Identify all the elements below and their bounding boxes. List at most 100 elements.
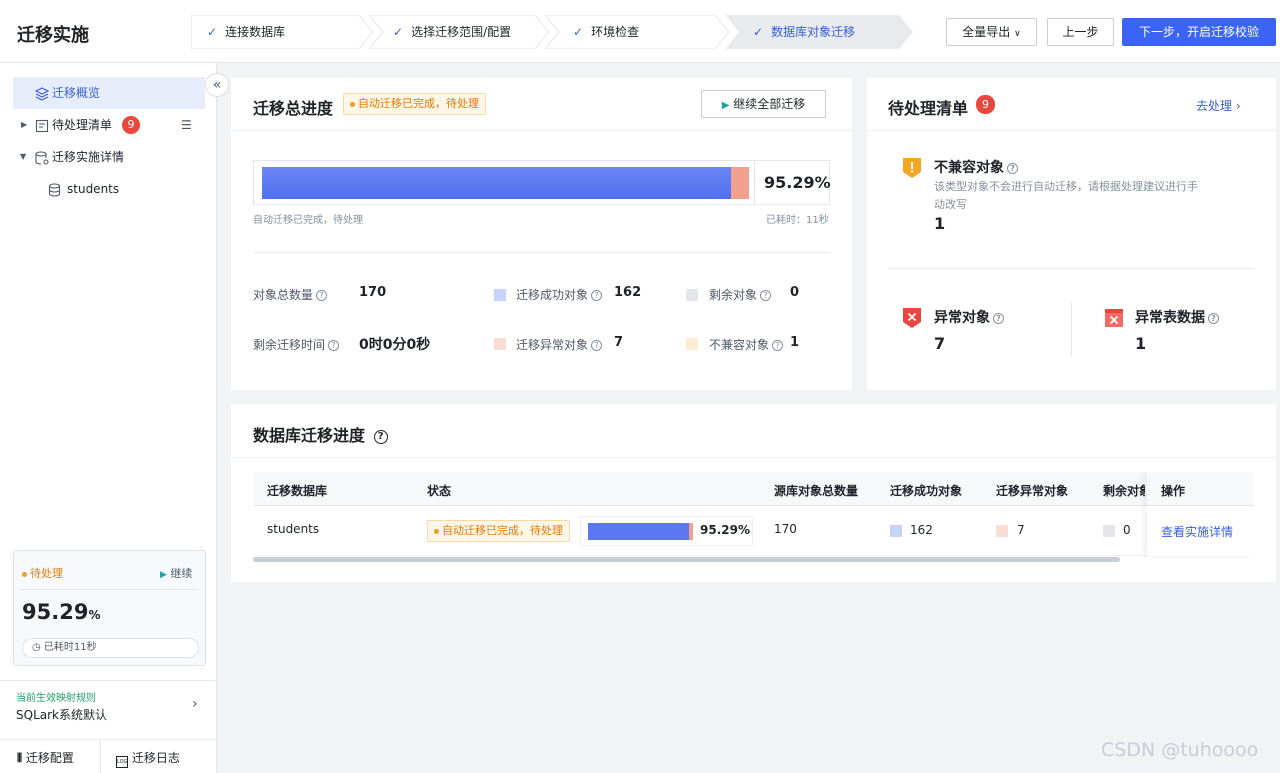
elapsed-pill: ◷ 已耗时11秒 bbox=[22, 638, 199, 658]
mapping-rule-value: SQLark系统默认 bbox=[16, 708, 107, 722]
page-title: 迁移实施 bbox=[17, 25, 89, 46]
table-error-count[interactable]: 1 bbox=[1135, 334, 1146, 353]
horizontal-scrollbar[interactable] bbox=[253, 557, 1120, 562]
error-objects-title: 异常对象? bbox=[934, 307, 1004, 327]
todo-title: 待处理清单 bbox=[888, 99, 969, 118]
row-total: 170 bbox=[774, 522, 797, 536]
help-icon[interactable]: ? bbox=[591, 290, 603, 301]
step-env-check[interactable]: ✓ 环境检查 bbox=[545, 15, 729, 49]
step-scope[interactable]: ✓ 选择迁移范围/配置 bbox=[369, 15, 549, 49]
divider bbox=[231, 130, 852, 131]
divider bbox=[867, 130, 1276, 131]
step-object-migration[interactable]: ✓ 数据库对象迁移 bbox=[725, 15, 913, 49]
mapping-rule[interactable]: 当前生效映射规则 SQLark系统默认 › bbox=[0, 681, 217, 739]
check-icon: ✓ bbox=[207, 25, 218, 39]
sidebar-item-pending[interactable]: ▶ 待处理清单 9 ☰ bbox=[13, 109, 205, 141]
remain-time-value: 0时0分0秒 bbox=[359, 337, 431, 353]
divider bbox=[100, 739, 101, 773]
row-success: 162 bbox=[910, 523, 933, 537]
incompat-objects-label: 不兼容对象? bbox=[709, 336, 784, 353]
help-icon[interactable]: ? bbox=[1007, 162, 1018, 174]
progress-status-text: 自动迁移已完成，待处理 bbox=[253, 215, 363, 226]
prev-step-button[interactable]: 上一步 bbox=[1047, 18, 1114, 46]
remain-objects-label: 剩余对象? bbox=[709, 286, 772, 303]
step-connect[interactable]: ✓ 连接数据库 bbox=[191, 15, 373, 49]
warning-icon bbox=[902, 157, 922, 182]
export-button[interactable]: 全量导出 ∨ bbox=[946, 18, 1037, 46]
incompat-desc-line1: 该类型对象不会进行自动迁移，请根据处理建议进行手 bbox=[934, 180, 1198, 193]
caret-right-icon: ▶ bbox=[21, 120, 28, 129]
progress-card: 迁移总进度 自动迁移已完成，待处理 ▶ 继续全部迁移 95.29% 自动迁移已完… bbox=[231, 78, 852, 390]
database-settings-icon bbox=[35, 141, 49, 173]
sidebar-item-details[interactable]: ▼ 迁移实施详情 bbox=[13, 141, 205, 173]
collapse-list-icon[interactable]: ☰ bbox=[181, 109, 192, 141]
overall-progress-bar: 95.29% bbox=[253, 160, 831, 205]
sidebar-item-db-students[interactable]: students bbox=[13, 173, 205, 205]
divider bbox=[0, 739, 217, 740]
error-legend-swatch bbox=[494, 338, 506, 350]
row-status-tag: 自动迁移已完成，待处理 bbox=[427, 520, 570, 542]
total-objects-value: 170 bbox=[359, 285, 387, 300]
incompat-legend-swatch bbox=[686, 338, 698, 350]
pending-count-badge: 9 bbox=[122, 116, 140, 134]
chevron-right-icon: › bbox=[192, 696, 198, 712]
chevron-down-icon: ∨ bbox=[1014, 29, 1021, 39]
divider bbox=[1071, 302, 1072, 356]
view-details-link[interactable]: 查看实施详情 bbox=[1161, 523, 1233, 540]
row-progress-percent: 95.29% bbox=[700, 523, 750, 537]
list-icon bbox=[35, 109, 49, 141]
success-objects-value: 162 bbox=[614, 285, 642, 300]
status-dot-icon bbox=[350, 101, 355, 107]
top-bar: 迁移实施 ✓ 连接数据库 ✓ 选择迁移范围/配置 ✓ 环境检查 ✓ 数据库对象迁移 全量… bbox=[0, 0, 1280, 63]
divider bbox=[20, 589, 199, 590]
row-progress-track bbox=[588, 523, 694, 540]
row-progress-success-fill bbox=[588, 523, 689, 540]
todo-card: 待处理清单 9 去处理 › 不兼容对象? 该类型对象不会进行自动迁移，请根据处理… bbox=[867, 78, 1276, 390]
clock-icon: ◷ bbox=[32, 642, 41, 653]
mapping-rule-label: 当前生效映射规则 bbox=[16, 693, 96, 704]
migration-log-button[interactable]: LOG 迁移日志 bbox=[116, 749, 180, 768]
col-db: 迁移数据库 bbox=[267, 484, 328, 498]
help-icon[interactable]: ? bbox=[316, 290, 328, 301]
remain-legend-swatch bbox=[686, 289, 698, 301]
go-handle-link[interactable]: 去处理 › bbox=[1196, 97, 1241, 114]
help-icon[interactable]: ? bbox=[760, 290, 772, 301]
migration-config-button[interactable]: ⫴ 迁移配置 bbox=[17, 749, 74, 766]
help-icon[interactable]: ? bbox=[328, 340, 340, 351]
db-table: 迁移数据库 状态 源库对象总数量 迁移成功对象 迁移异常对象 剩余对象 stud… bbox=[253, 472, 1254, 562]
help-icon[interactable]: ? bbox=[993, 312, 1004, 324]
divider bbox=[253, 252, 830, 253]
table-error-title: 异常表数据? bbox=[1135, 307, 1219, 327]
col-status: 状态 bbox=[427, 484, 452, 498]
col-remain: 剩余对象 bbox=[1103, 484, 1145, 498]
divider bbox=[888, 268, 1254, 269]
incompat-desc-line2: 动改写 bbox=[934, 198, 967, 211]
help-icon[interactable]: ? bbox=[1208, 312, 1219, 324]
error-objects-label: 迁移异常对象? bbox=[516, 336, 603, 353]
play-icon: ▶ bbox=[160, 570, 167, 580]
collapse-sidebar-icon[interactable]: « bbox=[205, 73, 229, 97]
next-step-button[interactable]: 下一步，开启迁移校验 bbox=[1122, 18, 1276, 46]
remain-time-label: 剩余迁移时间? bbox=[253, 336, 340, 353]
row-remain: 0 bbox=[1123, 523, 1131, 537]
progress-percent: 95.29% bbox=[22, 600, 101, 624]
elapsed-text: 已耗时：11秒 bbox=[766, 215, 829, 226]
sidebar-item-overview[interactable]: 迁移概览 bbox=[13, 77, 205, 109]
sliders-icon: ⫴ bbox=[17, 751, 23, 765]
incompat-count[interactable]: 1 bbox=[934, 214, 945, 233]
stepper: ✓ 连接数据库 ✓ 选择迁移范围/配置 ✓ 环境检查 ✓ 数据库对象迁移 bbox=[191, 15, 913, 49]
status-dot-icon bbox=[22, 571, 27, 577]
status-label: 待处理 bbox=[22, 565, 63, 581]
help-icon[interactable]: ? bbox=[373, 429, 388, 444]
table-error-icon bbox=[1104, 308, 1124, 331]
continue-button[interactable]: ▶ 继续 bbox=[160, 565, 192, 581]
help-icon[interactable]: ? bbox=[591, 340, 603, 351]
progress-title: 迁移总进度 bbox=[253, 99, 334, 118]
error-objects-count[interactable]: 7 bbox=[934, 334, 945, 353]
error-legend-swatch bbox=[996, 525, 1008, 537]
help-icon[interactable]: ? bbox=[772, 340, 784, 351]
check-icon: ✓ bbox=[393, 25, 404, 39]
continue-all-button[interactable]: ▶ 继续全部迁移 bbox=[701, 90, 826, 118]
incompat-title: 不兼容对象? bbox=[934, 157, 1018, 177]
layers-icon bbox=[34, 77, 50, 109]
